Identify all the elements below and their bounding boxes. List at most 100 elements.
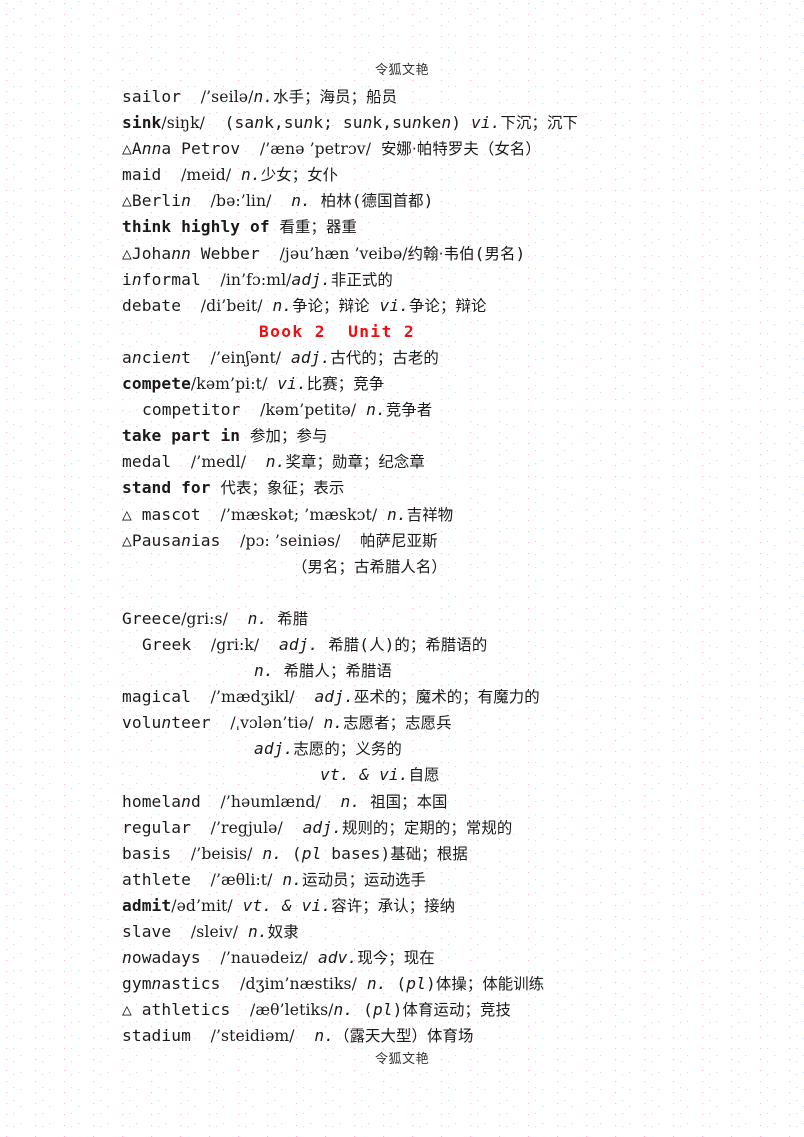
part-of-speech: adj.: [302, 817, 342, 837]
part-of-speech: n.: [387, 504, 407, 524]
headword: compete: [122, 374, 191, 394]
part-of-speech: n: [181, 243, 191, 263]
meaning-cjk: 的；希腊语的: [394, 635, 488, 654]
part-of-speech: n: [131, 269, 142, 289]
vocabulary-entry: △Johann Webber /jəu’hæn ’veibə/约翰·韦伯(男名): [122, 243, 526, 263]
meaning-cjk: 运动员；运动选手: [302, 870, 427, 889]
part-of-speech: adj.: [291, 269, 331, 289]
headword: sink: [122, 113, 162, 133]
part-of-speech: n: [441, 113, 452, 133]
running-head-bottom: 令狐文艳: [374, 1052, 429, 1067]
meaning-cjk: 争论；辩论: [409, 296, 487, 315]
meaning-cjk: （男名；古希腊人名）: [292, 557, 447, 576]
phonetic: /jəu’hæn ’veibə/: [279, 244, 408, 263]
meaning-cjk: 少女；女仆: [260, 166, 339, 185]
vocabulary-entry: regular /’regjulə/ adj.规则的；定期的；常规的: [122, 817, 513, 837]
meaning-cjk: 体育运动；竞技: [402, 1001, 511, 1020]
headword: admit: [122, 895, 172, 915]
vocabulary-entry: compete/kəm’pi:t/ vi.比赛；竞争: [122, 371, 722, 397]
phonetic: /’həumlænd/: [220, 792, 321, 811]
phonetic: /gri:k/: [210, 635, 260, 654]
meaning-cjk: 德国首都: [361, 192, 424, 211]
vocabulary-entry: athlete /’æθli:t/ n.运动员；运动选手: [122, 869, 427, 889]
vocabulary-entry: sailor /’seilə/n.水手；海员；船员: [122, 87, 398, 106]
phonetic: /’ænə ’petrɔv/: [259, 140, 372, 159]
phonetic: /’medl/: [190, 453, 247, 472]
part-of-speech: vi.: [379, 295, 410, 315]
phonetic: /’mæskət; ’mæskɔt/: [220, 505, 378, 524]
part-of-speech: n: [131, 347, 142, 367]
part-of-speech: vi.: [277, 374, 307, 394]
phonetic: /sleiv/: [190, 923, 239, 941]
meaning-cjk: 水手；海员；船员: [273, 88, 398, 106]
phonetic: /’beisis/: [190, 844, 253, 863]
part-of-speech: n: [181, 191, 191, 211]
part-of-speech: n: [181, 791, 191, 811]
vocabulary-entry: magical /’mædʒikl/ adj.巫术的；魔术的；有魔力的: [122, 687, 540, 707]
entry-continuation-line: n. 希腊人；希腊语: [122, 658, 722, 684]
phonetic: /’nauədeiz/: [220, 949, 309, 968]
vocabulary-entry: maid /meid/ n.少女；女仆: [122, 165, 339, 185]
part-of-speech: n.: [291, 191, 311, 211]
meaning-cjk: 志愿的；义务的: [293, 740, 402, 759]
meaning-cjk: 争论；辩论: [292, 296, 370, 315]
part-of-speech: n: [151, 974, 162, 994]
part-of-speech: n: [122, 948, 132, 968]
vocabulary-entry: gymnastics /dʒim’næstiks/ n. (pl)体操；体能训练: [122, 974, 545, 994]
meaning-cjk: 柏林: [320, 192, 352, 211]
vocabulary-entry: medal /’medl/ n.奖章；勋章；纪念章: [122, 452, 425, 472]
part-of-speech: vt. & vi.: [242, 895, 332, 915]
vocabulary-entry: Greece/gri:s/ n. 希腊: [122, 608, 309, 628]
meaning-cjk: （露天大型）体育场: [334, 1027, 474, 1046]
phonetic: /meid/: [181, 166, 232, 185]
meaning-cjk: 看重；器重: [279, 218, 358, 237]
vocabulary-entry: take part in 参加；参与: [122, 423, 722, 449]
headword: take part in: [122, 426, 241, 446]
part-of-speech: pl: [406, 974, 426, 994]
phonetic: /’æθli:t/: [210, 870, 273, 889]
meaning-cjk: 帕萨尼亚斯: [360, 531, 438, 550]
vocabulary-entry: △Pausanias /pɔ: ’seiniəs/ 帕萨尼亚斯: [122, 530, 438, 550]
part-of-speech: n: [362, 113, 373, 133]
vocabulary-entry: △ mascot /’mæskət; ’mæskɔt/ n.吉祥物: [122, 504, 454, 524]
phonetic: /siŋk/: [161, 114, 205, 133]
vocabulary-entry: stadium /’steidiəm/ n.（露天大型）体育场: [122, 1026, 474, 1046]
vocabulary-entry: ancient /’einʃənt/ adj.古代的；古老的: [122, 347, 439, 367]
part-of-speech: vi.: [470, 113, 501, 133]
meaning-cjk: 人: [369, 635, 385, 654]
part-of-speech: n: [151, 139, 162, 159]
meaning-cjk: 希腊人；希腊语: [283, 662, 392, 681]
part-of-speech: n: [171, 347, 182, 367]
vocabulary-entry: think highly of 看重；器重: [122, 214, 722, 240]
meaning-cjk: 奖章；勋章；纪念章: [285, 453, 425, 472]
part-of-speech: vt. & vi.: [320, 765, 409, 785]
part-of-speech: n: [171, 243, 182, 263]
part-of-speech: pl: [301, 843, 322, 863]
meaning-cjk: 希腊: [277, 609, 309, 628]
meaning-cjk: 男名: [484, 244, 516, 263]
part-of-speech: n: [254, 113, 265, 133]
vocabulary-entry: slave /sleiv/ n.奴隶: [122, 922, 299, 941]
phonetic: /æθ’letiks/: [250, 1001, 334, 1020]
meaning-cjk: 参加；参与: [250, 427, 328, 446]
section-title: Book 2 Unit 2: [258, 321, 416, 341]
vocabulary-entry: debate /di’beit/ n.争论；辩论 vi.争论；辩论: [122, 295, 487, 315]
part-of-speech: n: [181, 530, 191, 550]
part-of-speech: n.: [241, 165, 261, 185]
vocabulary-entry-list: sailor /’seilə/n.水手；海员；船员 sink/siŋk/ (san…: [122, 84, 722, 1049]
meaning-cjk: 安娜·帕特罗夫（女名）: [380, 140, 541, 159]
part-of-speech: n.: [248, 922, 268, 941]
part-of-speech: n.: [333, 1000, 354, 1020]
part-of-speech: n.: [262, 843, 283, 863]
part-of-speech: n: [161, 713, 172, 733]
phonetic: /kəm’pi:t/: [190, 375, 268, 394]
vocabulary-entry: competitor /kəm’petitə/ n.竞争者: [142, 400, 433, 420]
meaning-cjk: 希腊: [328, 635, 360, 654]
phonetic: /pɔ: ’seiniəs/: [240, 531, 341, 550]
meaning-cjk: 古代的；古老的: [330, 348, 439, 367]
part-of-speech: adv.: [317, 948, 358, 968]
phonetic: /kəm’petitə/: [260, 401, 357, 420]
meaning-cjk: 容许；承认；接纳: [331, 896, 456, 915]
running-head-top: 令狐文艳: [374, 63, 429, 78]
